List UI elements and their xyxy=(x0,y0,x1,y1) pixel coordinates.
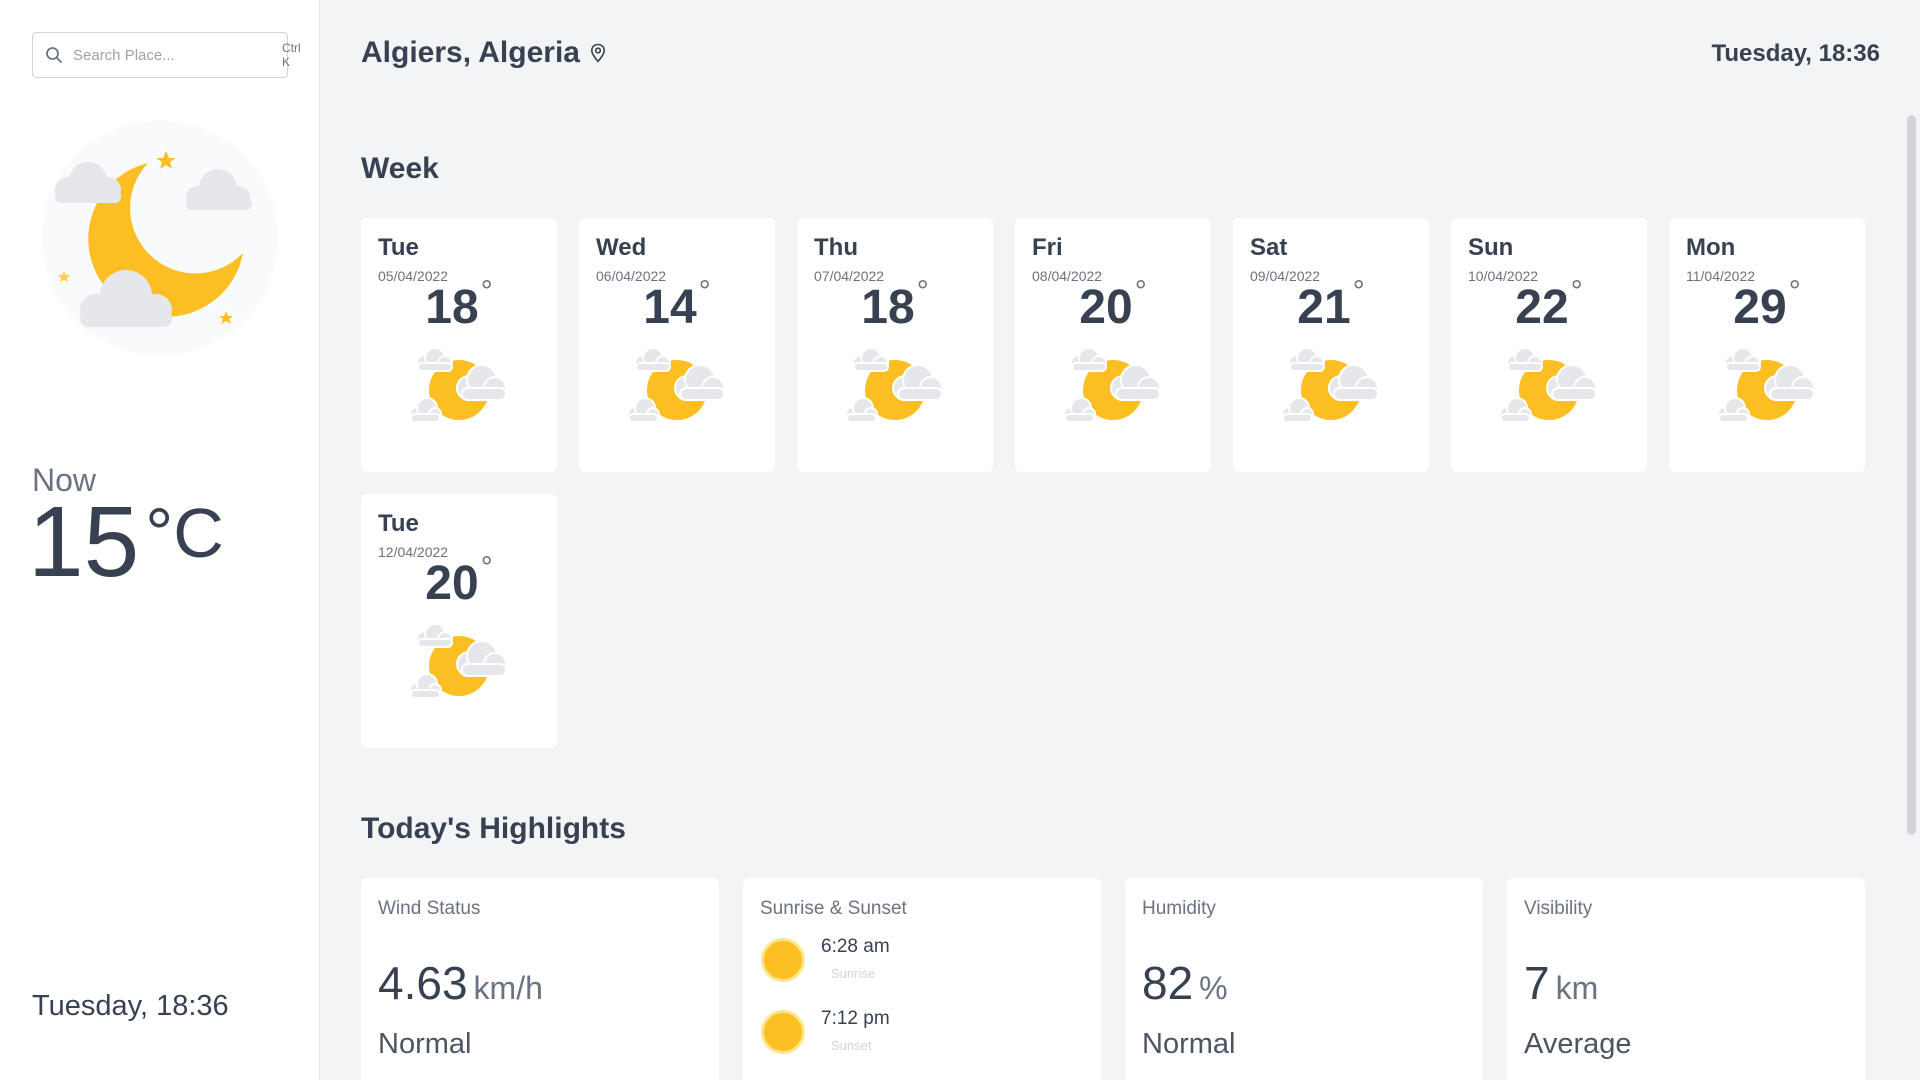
wind-status: Normal xyxy=(378,1028,472,1060)
humidity-value: 82 xyxy=(1142,957,1194,1009)
location-name: Algiers, Algeria xyxy=(361,36,580,69)
search-input[interactable] xyxy=(73,46,272,64)
day-name: Sun xyxy=(1468,234,1514,261)
sun-cloud-icon xyxy=(1279,347,1383,432)
sunset-info: 7:12 pm Sunset xyxy=(821,1008,890,1053)
day-temp-value: 21 xyxy=(1297,281,1351,334)
sunrise-sunset-title: Sunrise & Sunset xyxy=(760,898,907,919)
sun-cloud-icon xyxy=(407,347,511,432)
main-content: Algiers, Algeria Tuesday, 18:36 Week Tue… xyxy=(321,0,1920,1080)
day-temp-value: 20 xyxy=(1079,281,1133,334)
header-datetime: Tuesday, 18:36 xyxy=(1711,40,1880,67)
week-title: Week xyxy=(361,152,439,185)
day-temperature: 20° xyxy=(1015,275,1211,335)
sunrise-time: 6:28 am xyxy=(821,936,890,957)
wind-status-card: Wind Status 4.63 km/h Normal xyxy=(361,878,719,1080)
day-temperature: 29° xyxy=(1669,275,1865,335)
scrollbar[interactable] xyxy=(1907,115,1916,835)
current-temperature: 15 °C xyxy=(28,492,224,592)
sunset-label: Sunset xyxy=(831,1038,872,1053)
wind-status-value-row: 4.63 km/h xyxy=(378,956,543,1010)
day-name: Tue xyxy=(378,234,419,261)
degree-symbol: ° xyxy=(1788,275,1801,308)
humidity-title: Humidity xyxy=(1142,898,1216,919)
day-card-6[interactable]: Mon 11/04/2022 29° xyxy=(1669,218,1865,472)
humidity-status: Normal xyxy=(1142,1028,1236,1060)
day-temp-value: 14 xyxy=(643,281,697,334)
degree-symbol: ° xyxy=(1134,275,1147,308)
day-name: Sat xyxy=(1250,234,1288,261)
location: Algiers, Algeria xyxy=(361,36,606,70)
visibility-value: 7 xyxy=(1524,957,1550,1009)
day-name: Mon xyxy=(1686,234,1736,261)
day-temperature: 20° xyxy=(361,551,557,611)
day-card-4[interactable]: Sat 09/04/2022 21° xyxy=(1233,218,1429,472)
humidity-value-row: 82% xyxy=(1142,956,1228,1010)
sunrise-label: Sunrise xyxy=(831,966,876,981)
sun-cloud-icon xyxy=(1061,347,1165,432)
day-temperature: 18° xyxy=(797,275,993,335)
highlights-grid: Wind Status 4.63 km/h Normal Sunrise & Su… xyxy=(361,878,1865,1080)
search-icon xyxy=(45,46,63,64)
degree-symbol: ° xyxy=(916,275,929,308)
map-pin-icon xyxy=(590,43,606,63)
day-name: Tue xyxy=(378,510,419,537)
visibility-card: Visibility 7 km Average xyxy=(1507,878,1865,1080)
day-temp-value: 18 xyxy=(425,281,479,334)
degree-symbol: ° xyxy=(1570,275,1583,308)
sunset-row: 7:12 pm Sunset xyxy=(761,1008,890,1054)
visibility-title: Visibility xyxy=(1524,898,1593,919)
sunrise-row: 6:28 am Sunrise xyxy=(761,936,890,982)
highlights-title: Today's Highlights xyxy=(361,812,626,845)
visibility-status: Average xyxy=(1524,1028,1632,1060)
visibility-value-row: 7 km xyxy=(1524,956,1598,1010)
sunset-icon xyxy=(761,1010,805,1054)
current-temp-value: 15 xyxy=(28,486,140,598)
sunrise-info: 6:28 am Sunrise xyxy=(821,936,890,981)
day-card-2[interactable]: Thu 07/04/2022 18° xyxy=(797,218,993,472)
day-temperature: 22° xyxy=(1451,275,1647,335)
sun-cloud-icon xyxy=(407,623,511,708)
current-temp-unit: °C xyxy=(145,494,224,572)
day-temp-value: 22 xyxy=(1515,281,1569,334)
wind-status-title: Wind Status xyxy=(378,898,481,919)
day-temperature: 18° xyxy=(361,275,557,335)
day-card-3[interactable]: Fri 08/04/2022 20° xyxy=(1015,218,1211,472)
sun-cloud-icon xyxy=(625,347,729,432)
sidebar-datetime: Tuesday, 18:36 xyxy=(32,990,229,1022)
degree-symbol: ° xyxy=(480,275,493,308)
humidity-card: Humidity 82% Normal xyxy=(1125,878,1483,1080)
day-card-7[interactable]: Tue 12/04/2022 20° xyxy=(361,494,557,748)
day-name: Thu xyxy=(814,234,858,261)
search-shortcut-hint: Ctrl K xyxy=(282,41,301,69)
moon-cloud-icon xyxy=(38,118,283,358)
day-temperature: 14° xyxy=(579,275,775,335)
search-box[interactable]: Ctrl K xyxy=(32,32,301,78)
sidebar: Ctrl K Now 15 °C Tuesday, 18:3 xyxy=(0,0,320,1080)
day-name: Fri xyxy=(1032,234,1063,261)
sunrise-sunset-card: Sunrise & Sunset 6:28 am Sunrise 7:12 pm… xyxy=(743,878,1101,1080)
sunrise-icon xyxy=(761,938,805,982)
day-card-0[interactable]: Tue 05/04/2022 18° xyxy=(361,218,557,472)
day-temp-value: 18 xyxy=(861,281,915,334)
sun-cloud-icon xyxy=(843,347,947,432)
wind-unit: km/h xyxy=(473,970,543,1006)
visibility-unit: km xyxy=(1555,970,1599,1006)
day-temp-value: 20 xyxy=(425,557,479,610)
week-forecast: Tue 05/04/2022 18° Wed 06/04/2022 14° Th… xyxy=(361,218,1867,748)
sunset-time: 7:12 pm xyxy=(821,1008,890,1029)
sun-cloud-icon xyxy=(1715,347,1819,432)
degree-symbol: ° xyxy=(698,275,711,308)
day-temp-value: 29 xyxy=(1733,281,1787,334)
sun-cloud-icon xyxy=(1497,347,1601,432)
day-card-1[interactable]: Wed 06/04/2022 14° xyxy=(579,218,775,472)
degree-symbol: ° xyxy=(1352,275,1365,308)
day-temperature: 21° xyxy=(1233,275,1429,335)
wind-speed: 4.63 xyxy=(378,957,468,1009)
day-name: Wed xyxy=(596,234,647,261)
degree-symbol: ° xyxy=(480,551,493,584)
humidity-unit: % xyxy=(1199,970,1228,1006)
day-card-5[interactable]: Sun 10/04/2022 22° xyxy=(1451,218,1647,472)
